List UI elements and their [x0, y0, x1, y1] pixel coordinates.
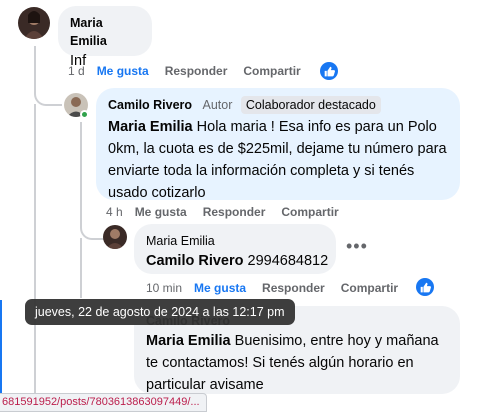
like-button[interactable]: Me gusta [135, 205, 187, 219]
comment-timestamp[interactable]: 1 d [68, 64, 85, 78]
comment-bubble: Maria Emilia Inf [58, 6, 152, 69]
comment-text: Maria Emilia Buenisimo, entre hoy y maña… [146, 333, 439, 393]
mention-link[interactable]: Maria Emilia [146, 333, 231, 349]
reply-button[interactable]: Responder [165, 64, 228, 78]
share-button[interactable]: Compartir [281, 205, 338, 219]
thread-connector [34, 104, 36, 412]
comment-timestamp[interactable]: 10 min [146, 281, 182, 295]
timestamp-tooltip: jueves, 22 de agosto de 2024 a las 12:17… [25, 299, 295, 325]
reply-button[interactable]: Responder [262, 281, 325, 295]
comment-actions: 10 min Me gusta Responder Compartir [146, 281, 414, 295]
thread-connector [34, 46, 62, 106]
comment-author[interactable]: Maria Emilia [70, 16, 107, 48]
comment-text: Camilo Rivero 2994684812 [146, 253, 329, 269]
like-button[interactable]: Me gusta [97, 64, 149, 78]
author-tag: Autor [202, 98, 233, 112]
comment-timestamp[interactable]: 4 h [106, 205, 123, 219]
avatar[interactable] [103, 225, 127, 249]
like-button[interactable]: Me gusta [194, 281, 246, 295]
status-url: 681591952/posts/7803613863097449/... [0, 393, 207, 412]
like-thumb-icon[interactable] [320, 62, 338, 80]
comment-author[interactable]: Camilo Rivero [108, 98, 192, 112]
avatar[interactable] [18, 7, 50, 39]
mention-link[interactable]: Maria Emilia [108, 119, 193, 135]
comment-author[interactable]: Maria Emilia [146, 234, 215, 248]
reply-button[interactable]: Responder [203, 205, 266, 219]
thread-connector [80, 238, 82, 298]
contributor-badge: Colaborador destacado [240, 96, 381, 114]
share-button[interactable]: Compartir [341, 281, 398, 295]
share-button[interactable]: Compartir [243, 64, 300, 78]
comment-bubble: Camilo Rivero Autor Colaborador destacad… [96, 88, 460, 201]
comment-actions: 4 h Me gusta Responder Compartir [106, 205, 355, 219]
mention-link[interactable]: Camilo Rivero [146, 253, 244, 269]
more-options-icon[interactable]: ••• [346, 236, 368, 257]
comment-text: Maria Emilia Hola maria ! Esa info es pa… [108, 119, 447, 201]
comment-actions: 1 d Me gusta Responder Compartir [68, 64, 317, 78]
online-status-icon [80, 110, 89, 119]
like-thumb-icon[interactable] [416, 278, 434, 296]
comment-bubble: Maria Emilia Camilo Rivero 2994684812 [134, 224, 336, 274]
